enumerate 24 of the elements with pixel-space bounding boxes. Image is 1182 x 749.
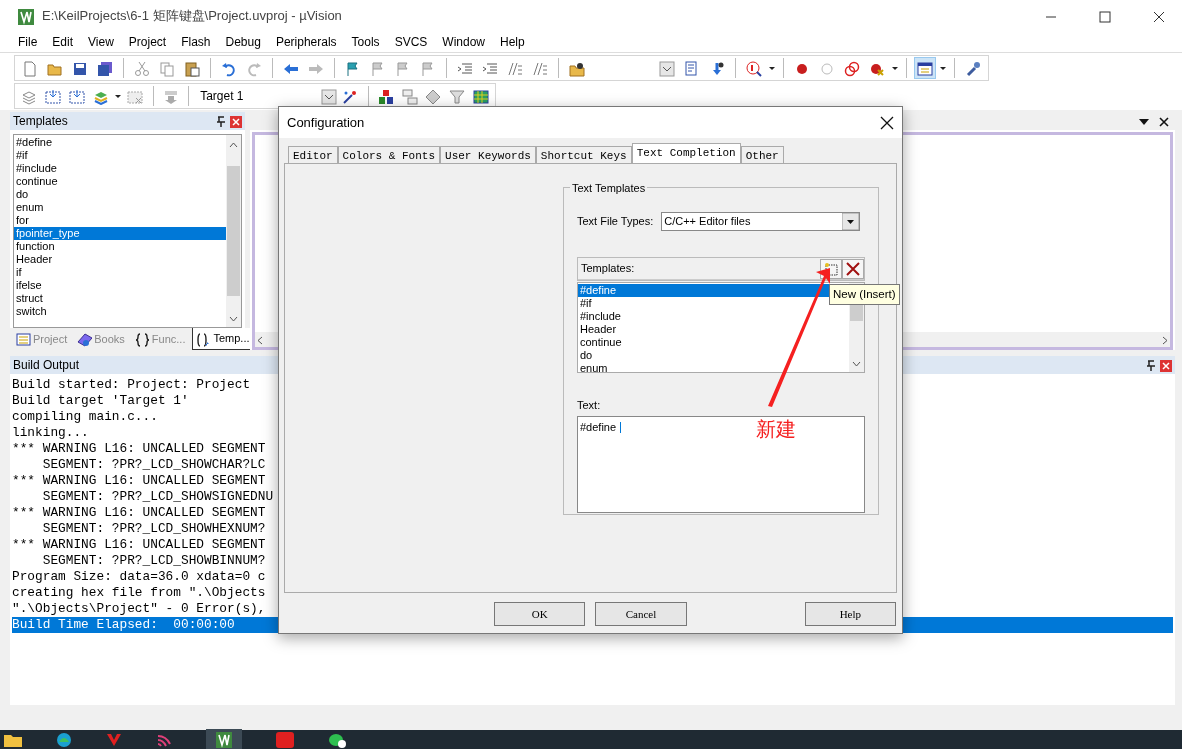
output-line: *** WARNING L16: UNCALLED SEGMENT	[12, 441, 266, 457]
output-line: *** WARNING L16: UNCALLED SEGMENT	[12, 473, 266, 489]
output-line: *** WARNING L16: UNCALLED SEGMENT	[12, 537, 266, 553]
output-line: SEGMENT: ?PR?_LCD_SHOWBINNUM?	[41, 553, 266, 569]
output-line: Program Size: data=36.0 xdata=0 c	[12, 569, 266, 585]
output-line: SEGMENT: ?PR?_LCD_SHOWSIGNEDNU	[41, 489, 274, 505]
output-line: ".\Objects\Project" - 0 Error(s),	[12, 601, 266, 617]
panel-title: Templates	[13, 113, 68, 130]
output-line: creating hex file from ".\Objects	[12, 585, 266, 601]
list-label: Templates:	[581, 261, 635, 277]
output-line: Build target 'Target 1'	[12, 393, 189, 409]
annotation-text: 新建	[756, 417, 796, 442]
output-line: compiling main.c...	[12, 409, 158, 425]
dialog-title: Configuration	[287, 113, 365, 132]
output-line: *** WARNING L16: UNCALLED SEGMENT	[12, 505, 266, 521]
output-line: Build started: Project: Project	[12, 377, 251, 393]
tooltip: New (Insert)	[829, 284, 900, 306]
output-line: SEGMENT: ?PR?_LCD_SHOWCHAR?LC	[41, 457, 266, 473]
field-label: Text:	[577, 398, 602, 413]
output-line: SEGMENT: ?PR?_LCD_SHOWHEXNUM?	[41, 521, 266, 537]
field-label: Text File Types:	[577, 214, 654, 230]
window-title: E:\KeilProjects\6-1 矩阵键盘\Project.uvproj - µVision	[42, 7, 342, 26]
output-line: linking...	[12, 425, 89, 441]
panel-title: Build Output	[13, 357, 80, 374]
